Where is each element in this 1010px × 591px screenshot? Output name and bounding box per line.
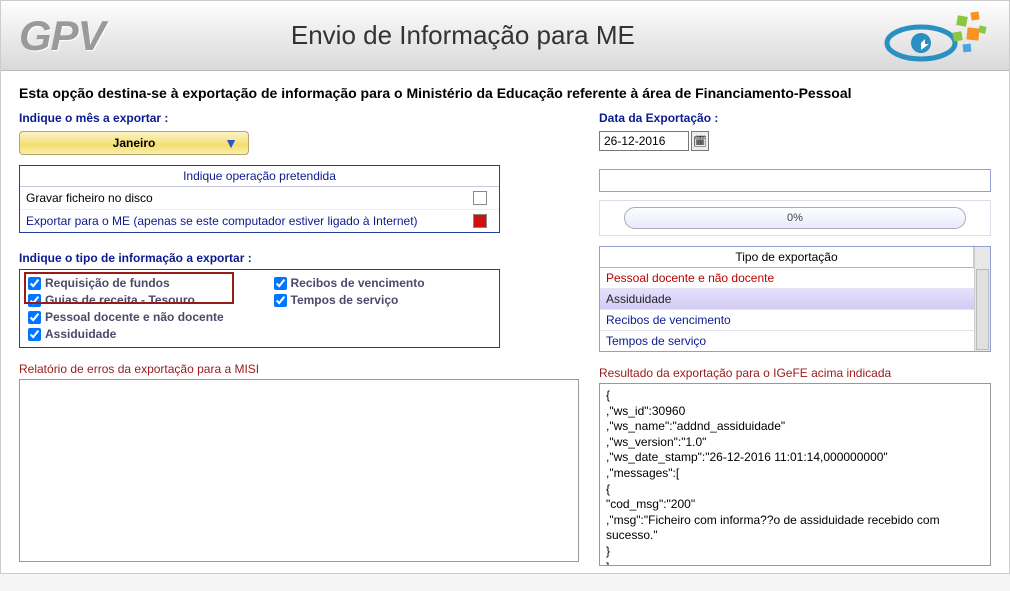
result-textarea[interactable] bbox=[599, 383, 991, 566]
export-type-header: Tipo de exportação bbox=[600, 247, 974, 268]
status-box bbox=[599, 169, 991, 192]
checkbox-input[interactable] bbox=[28, 294, 41, 307]
check-guias-receita[interactable]: Guias de receita - Tesouro bbox=[28, 293, 246, 307]
scrollbar[interactable] bbox=[974, 268, 990, 351]
info-type-label: Indique o tipo de informação a exportar … bbox=[19, 251, 579, 265]
export-type-item-assiduidade[interactable]: Assiduidade bbox=[600, 289, 974, 310]
info-type-box: Requisição de fundos Recibos de vencimen… bbox=[19, 269, 500, 348]
operation-row-export-me[interactable]: Exportar para o ME (apenas se este compu… bbox=[20, 209, 499, 232]
check-label: Requisição de fundos bbox=[45, 276, 170, 290]
month-dropdown[interactable]: Janeiro ▼ bbox=[19, 131, 249, 155]
calendar-button[interactable]: 🗓 bbox=[691, 131, 709, 151]
errors-textarea[interactable] bbox=[19, 379, 579, 562]
check-label: Pessoal docente e não docente bbox=[45, 310, 224, 324]
operation-row-label: Exportar para o ME (apenas se este compu… bbox=[26, 214, 473, 228]
date-label: Data da Exportação : bbox=[599, 111, 991, 125]
scrollbar[interactable] bbox=[974, 247, 990, 268]
check-assiduidade[interactable]: Assiduidade bbox=[28, 327, 246, 341]
brand-eye-icon bbox=[881, 8, 991, 63]
export-date-input[interactable] bbox=[599, 131, 689, 151]
checkbox-input[interactable] bbox=[28, 277, 41, 290]
app-header: GPV Envio de Informação para ME bbox=[1, 1, 1009, 71]
checkbox-input[interactable] bbox=[28, 311, 41, 324]
export-type-item-recibos[interactable]: Recibos de vencimento bbox=[600, 310, 974, 331]
checkbox-input[interactable] bbox=[274, 294, 287, 307]
progress-bar: 0% bbox=[624, 207, 966, 229]
check-requisicao-fundos[interactable]: Requisição de fundos bbox=[28, 276, 246, 290]
operation-row-label: Gravar ficheiro no disco bbox=[26, 191, 473, 205]
check-label: Recibos de vencimento bbox=[291, 276, 425, 290]
operation-box-title: Indique operação pretendida bbox=[20, 166, 499, 187]
check-recibos-vencimento[interactable]: Recibos de vencimento bbox=[274, 276, 492, 290]
check-tempos-servico[interactable]: Tempos de serviço bbox=[274, 293, 492, 307]
month-value: Janeiro bbox=[113, 136, 156, 150]
progress-text: 0% bbox=[787, 212, 803, 224]
chevron-down-icon: ▼ bbox=[224, 136, 238, 150]
export-type-item-pessoal[interactable]: Pessoal docente e não docente bbox=[600, 268, 974, 289]
export-type-list: Pessoal docente e não docente Assiduidad… bbox=[600, 268, 974, 351]
right-column: Data da Exportação : 🗓 0% Tipo de export bbox=[599, 111, 991, 569]
calendar-icon: 🗓 bbox=[693, 135, 707, 148]
operation-box: Indique operação pretendida Gravar fiche… bbox=[19, 165, 500, 233]
intro-text: Esta opção destina-se à exportação de in… bbox=[19, 85, 991, 101]
check-label: Assiduidade bbox=[45, 327, 116, 341]
check-pessoal-docente[interactable]: Pessoal docente e não docente bbox=[28, 310, 246, 324]
checkbox-input[interactable] bbox=[274, 277, 287, 290]
operation-row-save-disk[interactable]: Gravar ficheiro no disco bbox=[20, 187, 499, 209]
check-label: Guias de receita - Tesouro bbox=[45, 293, 195, 307]
checkbox-input[interactable] bbox=[28, 328, 41, 341]
page-title: Envio de Informação para ME bbox=[45, 20, 881, 51]
result-section-label: Resultado da exportação para o IGeFE aci… bbox=[599, 366, 991, 380]
left-column: Indique o mês a exportar : Janeiro ▼ Ind… bbox=[19, 111, 579, 569]
month-label: Indique o mês a exportar : bbox=[19, 111, 579, 125]
progress-container: 0% bbox=[599, 200, 991, 236]
checkbox-icon[interactable] bbox=[473, 214, 487, 228]
content-area: Esta opção destina-se à exportação de in… bbox=[1, 71, 1009, 573]
export-type-box: Tipo de exportação Pessoal docente e não… bbox=[599, 246, 991, 352]
errors-section-label: Relatório de erros da exportação para a … bbox=[19, 362, 579, 376]
check-label: Tempos de serviço bbox=[291, 293, 399, 307]
app-window: GPV Envio de Informação para ME Esta opç… bbox=[0, 0, 1010, 574]
checkbox-icon[interactable] bbox=[473, 191, 487, 205]
export-type-item-tempos[interactable]: Tempos de serviço bbox=[600, 331, 974, 351]
